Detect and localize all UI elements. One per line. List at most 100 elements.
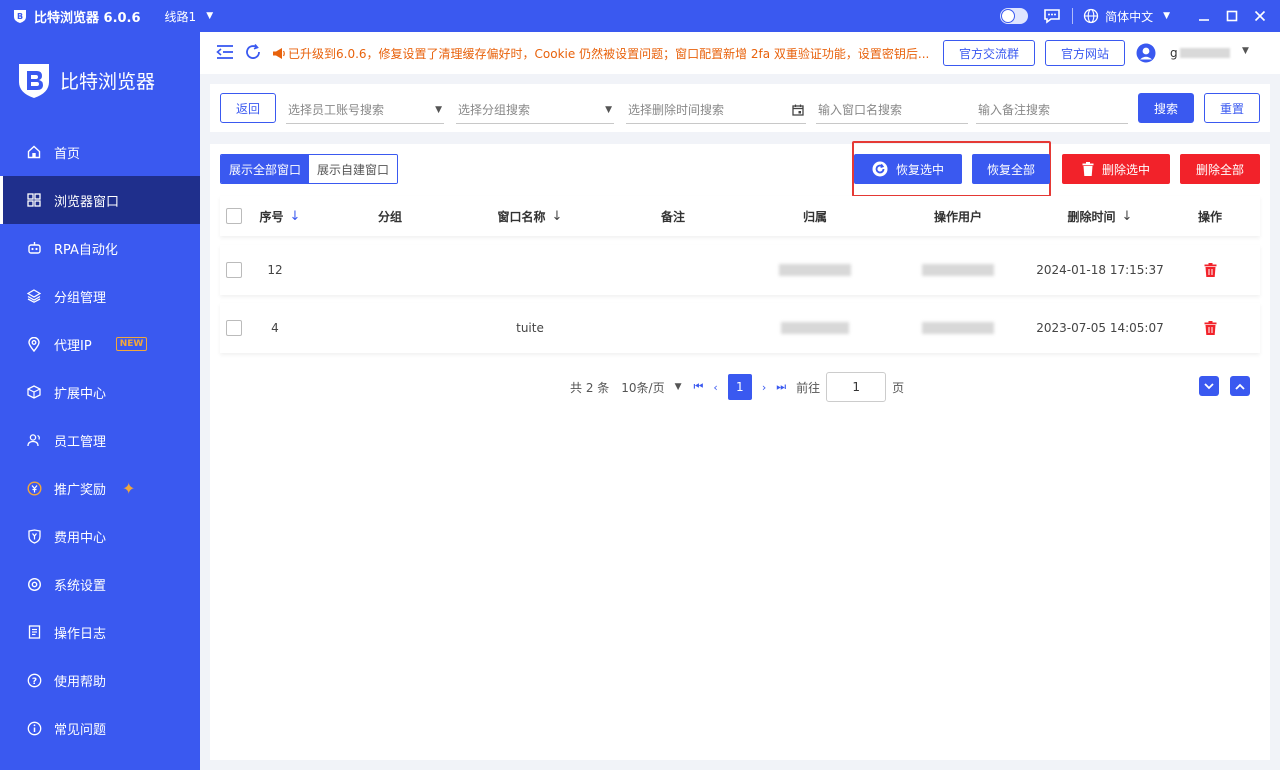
table-header: 序号 ↓ 分组 窗口名称 ↓ 备注 归属 操作用户 删除时间 ↓ 操作: [220, 196, 1260, 236]
col-seq[interactable]: 序号 ↓: [250, 196, 310, 236]
col-deleted-at[interactable]: 删除时间 ↓: [1030, 196, 1170, 236]
sidebar-item-settings[interactable]: 系统设置: [0, 560, 200, 608]
sidebar-item-help[interactable]: ? 使用帮助: [0, 656, 200, 704]
restore-selected-label: 恢复选中: [895, 162, 944, 177]
remark-input[interactable]: [978, 102, 1126, 117]
sidebar: 比特浏览器 首页 浏览器窗口 RPA自动化 分组管理 代理IP NEW 扩展中心: [0, 32, 200, 770]
row-checkbox[interactable]: [226, 262, 242, 278]
sidebar-item-referral[interactable]: 推广奖励 ✦: [0, 464, 200, 512]
minimize-button[interactable]: [1190, 0, 1218, 32]
last-page-icon[interactable]: ⏭: [776, 380, 786, 394]
cell-owner: [756, 303, 874, 353]
tab-show-own-windows[interactable]: 展示自建窗口: [309, 155, 398, 183]
window-name-input[interactable]: [818, 102, 966, 117]
sidebar-item-label: 使用帮助: [54, 674, 107, 690]
select-all-checkbox[interactable]: [226, 208, 242, 224]
shield-yen-icon: [26, 528, 42, 544]
group-select[interactable]: 选择分组搜索 ▼: [456, 96, 614, 124]
remark-field[interactable]: [976, 96, 1128, 124]
sidebar-item-label: 浏览器窗口: [54, 194, 120, 210]
sidebar-item-label: 操作日志: [54, 626, 107, 642]
restore-all-button[interactable]: 恢复全部: [972, 154, 1050, 184]
col-operator: 操作用户: [933, 209, 982, 224]
row-checkbox-cell: [226, 303, 242, 353]
toggle-knob: [1001, 9, 1016, 23]
cube-icon: [26, 384, 42, 400]
row-checkbox[interactable]: [226, 320, 242, 336]
delete-time-picker[interactable]: 选择删除时间搜索: [626, 96, 806, 124]
cell-action: [1180, 245, 1240, 295]
redacted-owner: [781, 322, 849, 334]
chevron-down-icon[interactable]: ▼: [1242, 46, 1249, 56]
chevron-down-icon: ▼: [435, 104, 442, 115]
chevron-down-icon: ▼: [605, 104, 612, 115]
sidebar-item-proxy[interactable]: 代理IP NEW: [0, 320, 200, 368]
layers-icon: [26, 288, 42, 304]
sidebar-item-rpa[interactable]: RPA自动化: [0, 224, 200, 272]
globe-icon: [1083, 8, 1099, 24]
delete-selected-button[interactable]: 删除选中: [1062, 154, 1170, 184]
restore-selected-button[interactable]: 恢复选中: [854, 154, 962, 184]
cell-remark: [630, 245, 716, 295]
close-icon: [1254, 10, 1266, 22]
table-row: 12 2024-01-18 17:15:37: [220, 245, 1260, 295]
first-page-icon[interactable]: ⏮: [694, 380, 704, 394]
chevron-down-icon: ▼: [206, 11, 214, 21]
page-suffix: 页: [892, 380, 905, 395]
official-group-button[interactable]: 官方交流群: [943, 40, 1035, 66]
reset-button[interactable]: 重置: [1204, 93, 1260, 123]
current-page[interactable]: 1: [727, 374, 752, 400]
collapse-menu-icon[interactable]: [216, 44, 234, 64]
scroll-up-button[interactable]: [1230, 376, 1250, 396]
chat-icon[interactable]: [1042, 6, 1062, 26]
back-button[interactable]: 返回: [220, 93, 276, 123]
delete-row-trash-icon[interactable]: [1204, 263, 1217, 277]
sidebar-item-label: 推广奖励: [54, 482, 107, 498]
close-button[interactable]: [1246, 0, 1274, 32]
maximize-button[interactable]: [1218, 0, 1246, 32]
sidebar-item-extensions[interactable]: 扩展中心: [0, 368, 200, 416]
svg-text:?: ?: [31, 676, 36, 686]
col-window-name[interactable]: 窗口名称 ↓: [470, 196, 590, 236]
sidebar-item-staff[interactable]: 员工管理: [0, 416, 200, 464]
cell-remark: [630, 303, 716, 353]
next-page-icon[interactable]: ›: [762, 381, 766, 394]
goto-label: 前往: [796, 380, 821, 395]
users-icon: [26, 432, 42, 448]
help-icon: ?: [26, 672, 42, 688]
avatar[interactable]: [1136, 43, 1156, 63]
refresh-icon[interactable]: [244, 43, 262, 65]
sidebar-item-logs[interactable]: 操作日志: [0, 608, 200, 656]
col-owner: 归属: [802, 209, 827, 224]
goto-page-input[interactable]: 1: [826, 372, 887, 402]
announcement-banner[interactable]: 已升级到6.0.6，修复设置了清理缓存偏好时，Cookie 仍然被设置问题；窗口…: [272, 45, 932, 62]
delete-selected-label: 删除选中: [1101, 162, 1150, 177]
tab-show-all-windows[interactable]: 展示全部窗口: [221, 155, 310, 183]
sidebar-item-faq[interactable]: 常见问题: [0, 704, 200, 752]
scroll-down-button[interactable]: [1199, 376, 1219, 396]
robot-icon: [26, 240, 42, 256]
sidebar-item-browser-windows[interactable]: 浏览器窗口: [0, 176, 200, 224]
search-button[interactable]: 搜索: [1138, 93, 1194, 123]
page-size-select[interactable]: 10条/页 ▼: [621, 379, 681, 396]
window-name-field[interactable]: [816, 96, 968, 124]
sidebar-item-home[interactable]: 首页: [0, 128, 200, 176]
search-bar: 返回 选择员工账号搜索 ▼ 选择分组搜索 ▼ 选择删除时间搜索 搜索 重置: [210, 84, 1270, 132]
line-select[interactable]: 线路1 ▼: [165, 8, 214, 25]
group-select-placeholder: 选择分组搜索: [458, 103, 531, 117]
employee-select[interactable]: 选择员工账号搜索 ▼: [286, 96, 444, 124]
delete-row-trash-icon[interactable]: [1204, 321, 1217, 335]
app-logo-icon: B: [14, 10, 26, 23]
sidebar-item-groups[interactable]: 分组管理: [0, 272, 200, 320]
official-site-button[interactable]: 官方网站: [1045, 40, 1125, 66]
theme-toggle[interactable]: [1000, 8, 1029, 24]
sidebar-item-billing[interactable]: 费用中心: [0, 512, 200, 560]
info-icon: [26, 720, 42, 736]
cell-group: [350, 303, 430, 353]
prev-page-icon[interactable]: ‹: [713, 381, 717, 394]
delete-all-button[interactable]: 删除全部: [1180, 154, 1260, 184]
brand-name: 比特浏览器: [60, 70, 156, 93]
language-select[interactable]: 简体中文 ▼: [1083, 8, 1170, 25]
grid-icon: [26, 192, 42, 208]
chevron-down-icon: ▼: [674, 382, 682, 392]
